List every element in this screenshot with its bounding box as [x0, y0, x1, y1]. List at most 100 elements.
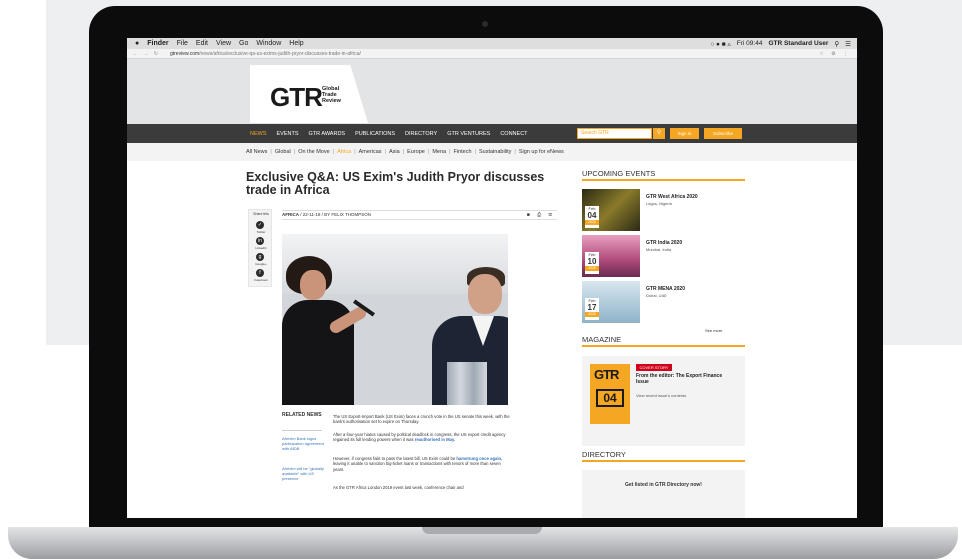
- logo-subtitle: Global Trade Review: [322, 86, 341, 104]
- subnav-global[interactable]: Global: [275, 149, 291, 155]
- article-paragraph-2: After a four-year hiatus caused by polit…: [333, 432, 511, 443]
- webcam-icon: [482, 21, 488, 27]
- logo-text: GTR: [270, 82, 323, 112]
- site-logo[interactable]: GTR Global Trade Review: [250, 65, 368, 123]
- menubar-clock[interactable]: Fri 09:44: [737, 40, 763, 47]
- twitter-icon[interactable]: ✓: [256, 221, 264, 229]
- event-card[interactable]: Feb 04 2020 GTR West Africa 2020 Lagos, …: [582, 189, 745, 231]
- reauthorised-link[interactable]: reauthorised in May.: [415, 437, 455, 442]
- article-photo: [282, 234, 508, 405]
- browser-address-bar: ← → ↻ gtreview.com/news/africa/exclusive…: [127, 49, 857, 59]
- article-byline: AFRICA / 22-11-19 / BY FELIX THOMPSON ■ …: [282, 210, 557, 220]
- browser-tools-icons[interactable]: ☆ ⚙ ⋮: [819, 51, 851, 57]
- water-bottles: [447, 362, 487, 405]
- subnav-separator: |: [293, 149, 296, 155]
- paragraph-3-tail: leaving it unable to sanction big-ticket…: [333, 461, 501, 472]
- subnav-separator: |: [514, 149, 516, 155]
- browser-nav-icons[interactable]: ← → ↻: [133, 51, 160, 57]
- subnav-americas[interactable]: Americas: [359, 149, 382, 155]
- linkedin-icon[interactable]: in: [256, 237, 264, 245]
- status-icons[interactable]: ○ ● ■ ▵: [710, 40, 730, 48]
- event-card[interactable]: Feb 17 2020 GTR MENA 2020 Dubai, UAE: [582, 281, 745, 323]
- event-title[interactable]: GTR India 2020: [646, 240, 682, 246]
- facebook-icon[interactable]: f: [256, 269, 264, 277]
- menu-app-name[interactable]: Finder: [147, 40, 168, 47]
- share-facebook-label: Facebook: [254, 278, 268, 282]
- article-tools-icons[interactable]: ■ ⎙ ✉: [527, 211, 555, 219]
- nav-connect[interactable]: CONNECT: [500, 131, 527, 137]
- event-title[interactable]: GTR MENA 2020: [646, 286, 685, 292]
- subnav-sustainability[interactable]: Sustainability: [479, 149, 511, 155]
- event-day: 17: [587, 303, 597, 312]
- nav-items: NEWS EVENTS GTR AWARDS PUBLICATIONS DIRE…: [250, 124, 538, 143]
- related-divider: [282, 430, 322, 431]
- event-date-badge: Feb 17 2020: [585, 298, 599, 320]
- article-paragraph-4: As the GTR Africa London 2019 event last…: [333, 485, 464, 490]
- article-title: Exclusive Q&A: US Exim's Judith Pryor di…: [246, 170, 545, 197]
- subnav-on-the-move[interactable]: On the Move: [298, 149, 330, 155]
- event-location: Lagos, Nigeria: [646, 201, 672, 206]
- magazine-cover-logo: GTR: [594, 367, 619, 382]
- magazine-contents-link[interactable]: View recent issue's contents: [636, 393, 686, 398]
- stage: ● Finder File Edit View Go Window Help ○…: [0, 0, 962, 559]
- subnav-asia[interactable]: Asia: [389, 149, 400, 155]
- sub-nav: All News | Global | On the Move | Africa | A…: [127, 143, 857, 161]
- event-date-badge: Feb 10 2020: [585, 252, 599, 274]
- menu-file[interactable]: File: [177, 40, 188, 47]
- share-linkedin-label: LinkedIn: [255, 246, 267, 250]
- search-input[interactable]: Search GTR: [577, 128, 652, 139]
- subnav-all-news[interactable]: All News: [246, 149, 267, 155]
- subnav-europe[interactable]: Europe: [407, 149, 425, 155]
- event-date-badge: Feb 04 2020: [585, 206, 599, 228]
- event-year: 2020: [585, 266, 599, 271]
- menu-help[interactable]: Help: [289, 40, 303, 47]
- nav-directory[interactable]: DIRECTORY: [405, 131, 437, 137]
- spotlight-icon[interactable]: ⚲: [834, 40, 839, 48]
- related-link-1[interactable]: Afrexim Bank signs participation agreeme…: [282, 436, 324, 451]
- nav-events[interactable]: EVENTS: [277, 131, 299, 137]
- byline-details: / 22-11-19 / BY FELIX THOMPSON: [299, 212, 372, 217]
- notification-center-icon[interactable]: ☰: [845, 40, 851, 48]
- nav-gtr-awards[interactable]: GTR AWARDS: [309, 131, 346, 137]
- site-header: GTR Global Trade Review: [127, 59, 857, 124]
- share-twitter-label: Twitter: [256, 230, 266, 234]
- magazine-article-title[interactable]: From the editor: The Export Finance Issu…: [636, 373, 736, 385]
- url-field[interactable]: gtreview.com/news/africa/exclusive-qa-us…: [170, 51, 361, 57]
- magazine-cover[interactable]: GTR 04: [590, 364, 630, 424]
- event-card[interactable]: Feb 10 2020 GTR India 2020 Mumbai, India: [582, 235, 745, 277]
- related-link-2[interactable]: Afrexim will be "globally available" wit…: [282, 466, 324, 481]
- directory-panel: Get listed in GTR Directory now!: [582, 470, 745, 518]
- menu-window[interactable]: Window: [256, 40, 281, 47]
- laptop-base: [8, 527, 958, 559]
- paragraph-3-text: However, if congress fails to pass the l…: [333, 456, 456, 461]
- subnav-africa[interactable]: Africa: [337, 149, 351, 155]
- subnav-mena[interactable]: Mena: [432, 149, 446, 155]
- subnav-separator: |: [332, 149, 335, 155]
- menu-edit[interactable]: Edit: [196, 40, 208, 47]
- event-day: 04: [587, 211, 597, 220]
- magazine-cover-number: 04: [596, 389, 624, 407]
- nav-news[interactable]: NEWS: [250, 131, 267, 137]
- google-plus-icon[interactable]: g: [256, 253, 264, 261]
- magazine-panel: GTR 04 COVER STORY From the editor: The …: [582, 356, 745, 446]
- nav-publications[interactable]: PUBLICATIONS: [355, 131, 395, 137]
- menu-view[interactable]: View: [216, 40, 231, 47]
- search-icon[interactable]: ⚲: [653, 128, 665, 139]
- event-title[interactable]: GTR West Africa 2020: [646, 194, 698, 200]
- subscribe-button[interactable]: Subscribe: [704, 128, 742, 139]
- laptop-notch: [422, 527, 542, 534]
- subnav-enews-signup[interactable]: Sign up for eNews: [519, 149, 564, 155]
- nav-gtr-ventures[interactable]: GTR VENTURES: [447, 131, 490, 137]
- related-news-heading: RELATED NEWS: [282, 412, 322, 418]
- event-year: 2020: [585, 220, 599, 225]
- menubar-user[interactable]: GTR Standard User: [768, 40, 828, 47]
- hamstrung-link[interactable]: hamstrung once again,: [456, 456, 502, 461]
- photo-speaker-left-face: [300, 270, 326, 300]
- menu-go[interactable]: Go: [239, 40, 248, 47]
- subnav-fintech[interactable]: Fintech: [454, 149, 472, 155]
- apple-icon[interactable]: ●: [135, 40, 139, 47]
- directory-cta[interactable]: Get listed in GTR Directory now!: [582, 482, 745, 488]
- see-more-link[interactable]: See more: [705, 328, 722, 333]
- byline-section[interactable]: AFRICA: [282, 212, 299, 217]
- sign-in-button[interactable]: Sign in: [670, 128, 699, 139]
